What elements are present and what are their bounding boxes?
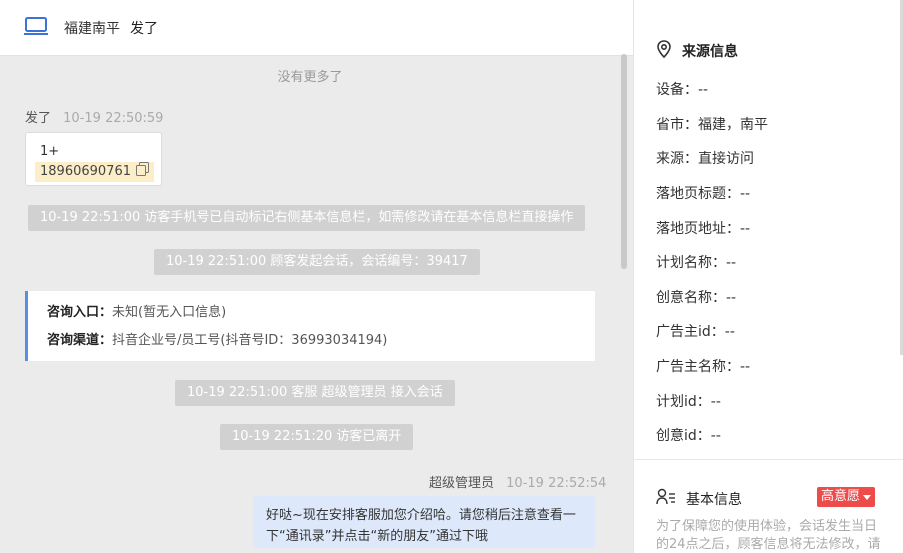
location-pin-icon (656, 40, 682, 62)
info-landing-url: 落地页地址：-- (656, 221, 751, 237)
message-meta: 超级管理员 10-19 22:52:54 (429, 472, 606, 491)
channel-value: 抖音企业号/员工号(抖音号ID：36993034194) (112, 333, 388, 348)
chat-scrollbar[interactable] (621, 54, 627, 269)
info-creative-id: 创意id：-- (656, 428, 721, 444)
message-text: 1+ (40, 144, 60, 159)
agent-message-bubble: 好哒~现在安排客服加您介绍哈。请您稍后注意查看一下“通讯录”并点击“新的朋友”通… (253, 496, 595, 548)
no-more-label: 没有更多了 (277, 70, 343, 85)
source-info-label: 来源信息 (682, 44, 738, 60)
user-list-icon (656, 488, 686, 510)
info-plan-id: 计划id：-- (656, 394, 721, 410)
entry-info-card: 咨询入口：未知(暂无入口信息) 咨询渠道：抖音企业号/员工号(抖音号ID：369… (25, 291, 595, 361)
message-time: 10-19 22:52:54 (506, 476, 607, 491)
info-plan-name: 计划名称：-- (656, 255, 737, 271)
intent-dropdown[interactable]: 高意愿 (817, 487, 876, 507)
chat-workspace: 福建南平 发了 没有更多了 发了 10-19 22:50:59 1+ 18960… (0, 0, 903, 553)
info-advertiser-id: 广告主id：-- (656, 324, 735, 340)
chat-header: 福建南平 发了 (0, 0, 633, 56)
info-landing-title: 落地页标题：-- (656, 186, 751, 202)
entry-value: 未知(暂无入口信息) (112, 305, 227, 320)
visitor-message-bubble: 1+ 18960690761 (25, 132, 162, 186)
system-notice: 10-19 22:51:00 客服 超级管理员 接入会话 (175, 380, 455, 406)
phone-number: 18960690761 (40, 164, 131, 179)
channel-label: 咨询渠道： (47, 333, 113, 348)
visitor-info-panel: 来源信息 设备：-- 省市：福建，南平 来源：直接访问 落地页标题：-- 落地页… (633, 0, 903, 553)
info-advertiser-name: 广告主名称：-- (656, 359, 751, 375)
entry-label: 咨询入口： (47, 305, 113, 320)
message-time: 10-19 22:50:59 (63, 111, 164, 126)
info-province-city: 省市：福建，南平 (656, 117, 768, 133)
computer-icon (24, 16, 64, 40)
intent-label: 高意愿 (821, 489, 861, 504)
caret-down-icon (863, 494, 872, 500)
basic-info-title: 基本信息 (656, 488, 742, 510)
copy-icon[interactable] (131, 162, 149, 182)
message-meta: 发了 10-19 22:50:59 (25, 107, 163, 126)
system-notice: 10-19 22:51:00 访客手机号已自动标记右侧基本信息栏，如需修改请在基… (28, 205, 586, 231)
chat-column: 福建南平 发了 没有更多了 发了 10-19 22:50:59 1+ 18960… (0, 0, 633, 553)
edit-notice: 为了保障您的使用体验，会话发生当日的24点之后，顾客信息将无法修改，请 (656, 519, 881, 552)
basic-info-label: 基本信息 (686, 492, 742, 508)
visitor-location: 福建南平 (64, 20, 120, 37)
system-notice: 10-19 22:51:00 顾客发起会话，会话编号：39417 (154, 249, 480, 275)
source-info-title: 来源信息 (656, 40, 738, 62)
visitor-name: 发了 (130, 20, 158, 37)
system-notice: 10-19 22:51:20 访客已离开 (220, 424, 414, 450)
info-device: 设备：-- (656, 82, 709, 98)
info-source: 来源：直接访问 (656, 151, 754, 167)
phone-number-chip[interactable]: 18960690761 (35, 162, 154, 182)
channel-row: 咨询渠道：抖音企业号/员工号(抖音号ID：36993034194) (47, 331, 595, 359)
sender-name: 发了 (25, 111, 52, 126)
info-creative-name: 创意名称：-- (656, 290, 737, 306)
section-divider (634, 459, 903, 460)
sender-name: 超级管理员 (429, 476, 495, 491)
entry-row: 咨询入口：未知(暂无入口信息) (47, 303, 595, 331)
